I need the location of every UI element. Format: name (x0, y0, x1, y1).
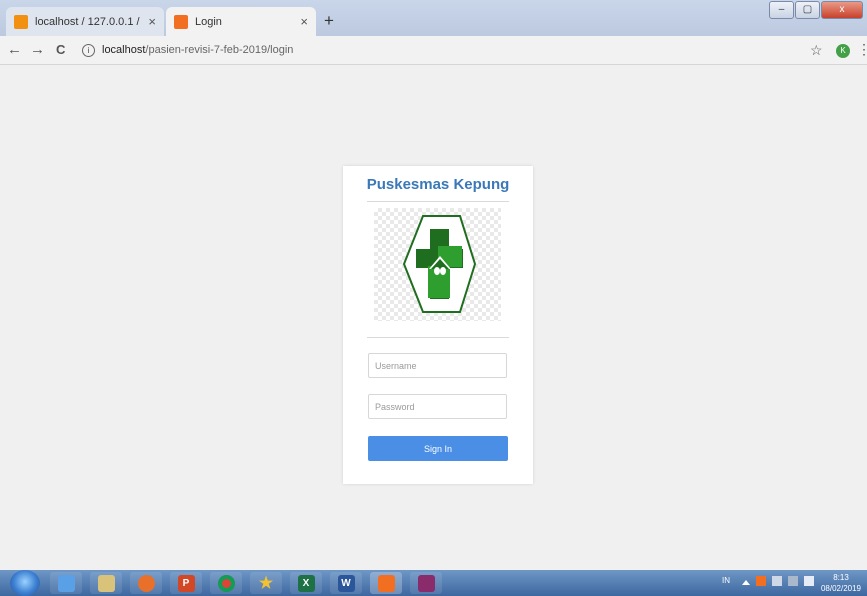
minimize-button[interactable]: – (769, 1, 794, 19)
puskesmas-logo (374, 208, 501, 321)
phpmyadmin-favicon-icon (14, 14, 28, 29)
show-hidden-icons-icon[interactable] (742, 579, 750, 585)
divider (367, 201, 509, 202)
password-input[interactable] (368, 394, 507, 419)
tab-title: localhost / 127.0.0.1 / pasien | ph (35, 15, 142, 28)
xampp-tray-icon[interactable] (756, 576, 766, 586)
powerpoint-icon[interactable]: P (170, 572, 202, 594)
url-path: /pasien-revisi-7-feb-2019/login (145, 44, 294, 56)
winrar-icon[interactable] (410, 572, 442, 594)
clock-time: 8:13 (833, 573, 849, 582)
address-bar[interactable]: i localhost/pasien-revisi-7-feb-2019/log… (82, 40, 293, 60)
windows-explorer-icon[interactable] (50, 572, 82, 594)
tab-strip: localhost / 127.0.0.1 / pasien | ph × Lo… (0, 0, 867, 36)
network-icon[interactable] (772, 576, 782, 586)
profile-avatar[interactable]: K (836, 44, 850, 58)
forward-button[interactable]: → (30, 40, 45, 60)
site-info-icon[interactable]: i (82, 43, 95, 57)
close-tab-icon[interactable]: × (300, 14, 308, 29)
tab-phpmyadmin[interactable]: localhost / 127.0.0.1 / pasien | ph × (6, 7, 164, 36)
favorites-star-icon[interactable]: ★ (250, 572, 282, 594)
language-indicator[interactable]: IN (722, 576, 730, 585)
notes-icon[interactable] (90, 572, 122, 594)
username-input[interactable] (368, 353, 507, 378)
login-card: Puskesmas Kepung Sign In (343, 166, 533, 484)
xampp-favicon-icon (174, 14, 188, 29)
window-controls: – ▢ x (769, 1, 863, 19)
start-button[interactable] (10, 570, 40, 596)
reload-button[interactable]: C (56, 40, 65, 60)
bookmark-star-icon[interactable]: ☆ (810, 42, 823, 59)
page-title: Puskesmas Kepung (366, 176, 510, 193)
volume-icon[interactable] (804, 576, 814, 586)
taskbar: P ★ X W IN 8:13 08/02/2019 (0, 570, 867, 596)
back-button[interactable]: ← (7, 40, 22, 60)
clock-date: 08/02/2019 (820, 584, 862, 593)
system-clock[interactable]: 8:13 08/02/2019 (816, 572, 866, 594)
new-tab-button[interactable]: + (319, 11, 339, 31)
divider (367, 337, 509, 338)
xampp-icon[interactable] (370, 572, 402, 594)
menu-icon[interactable]: ⋮ (857, 41, 867, 58)
health-cross-hexagon-icon (402, 215, 477, 313)
url-host: localhost (102, 44, 146, 56)
close-window-button[interactable]: x (821, 1, 863, 19)
tab-login[interactable]: Login × (166, 7, 316, 36)
excel-icon[interactable]: X (290, 572, 322, 594)
tray-icons (742, 576, 814, 586)
word-icon[interactable]: W (330, 572, 362, 594)
chrome-icon[interactable] (210, 572, 242, 594)
tab-title: Login (195, 15, 222, 28)
firefox-icon[interactable] (130, 572, 162, 594)
browser-toolbar: ← → C i localhost/pasien-revisi-7-feb-20… (0, 36, 867, 65)
maximize-button[interactable]: ▢ (795, 1, 820, 19)
close-tab-icon[interactable]: × (148, 14, 156, 29)
sign-in-button[interactable]: Sign In (368, 436, 508, 461)
signal-icon[interactable] (788, 576, 798, 586)
